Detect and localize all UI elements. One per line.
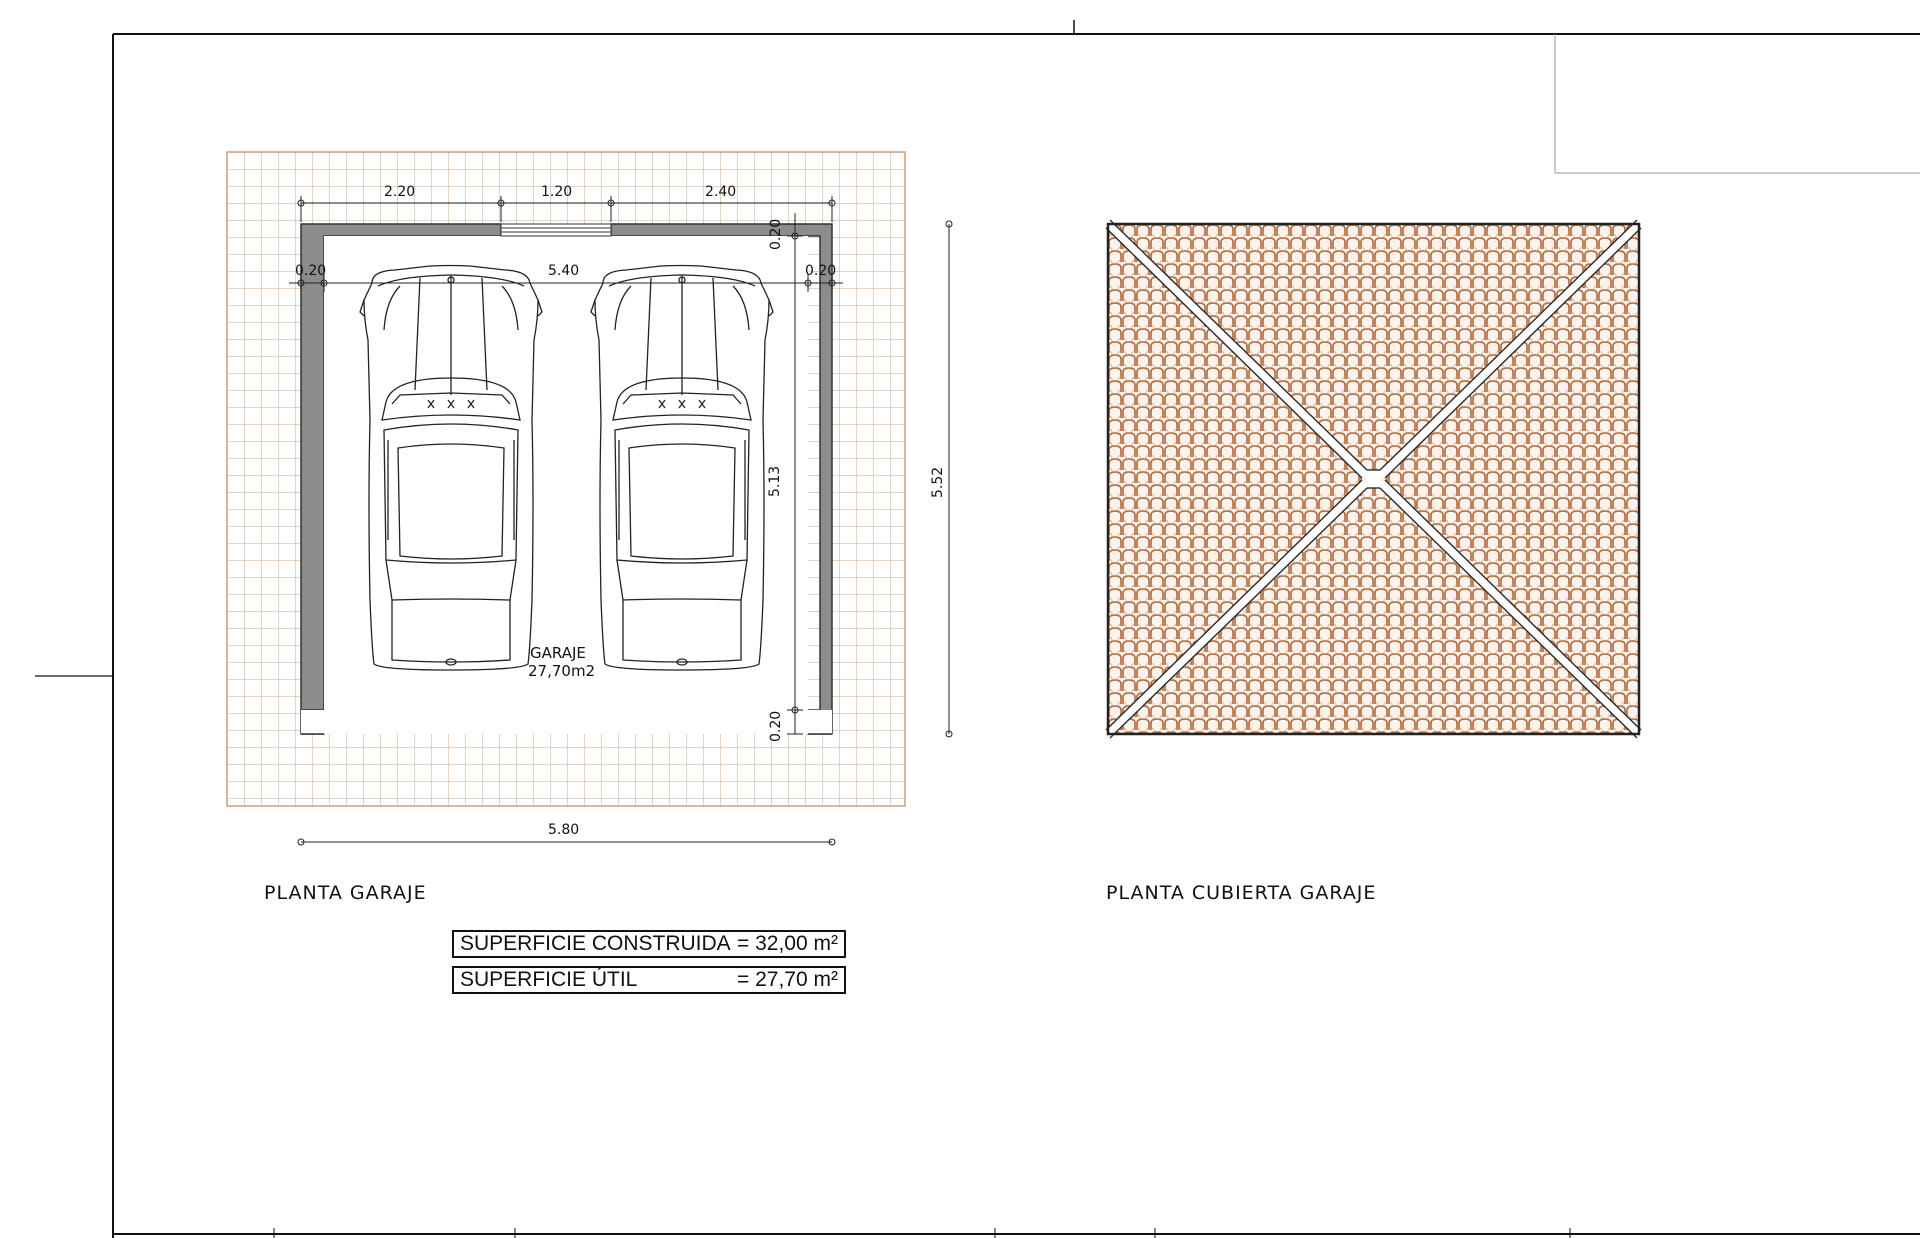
room-area: 27,70m2 (528, 662, 595, 680)
dim-top-right: 2.40 (705, 184, 736, 200)
usable-area-label: SUPERFICIE ÚTIL (460, 968, 638, 991)
drawing-sheet: GARAJE 27,70m2 2.20 1.20 2.40 0.20 5.40 … (35, 20, 1920, 1238)
dim-inner-depth: 5.13 (767, 466, 783, 497)
dim-overall-width: 5.80 (548, 822, 579, 838)
dim-inner-width: 5.40 (548, 263, 579, 279)
dim-top-door: 1.20 (541, 184, 572, 200)
car-right (590, 264, 774, 671)
built-area-value: = 32,00 m² (737, 932, 838, 955)
usable-area-value: = 27,70 m² (737, 968, 838, 991)
door-opening (500, 223, 612, 237)
dim-top-left: 2.20 (384, 184, 415, 200)
room-name: GARAJE (530, 644, 586, 662)
usable-area-row: SUPERFICIE ÚTIL = 27,70 m² (452, 966, 846, 994)
dim-bottom-wall: 0.20 (768, 711, 784, 742)
built-area-label: SUPERFICIE CONSTRUIDA (460, 932, 731, 955)
garage-plan-caption: PLANTA GARAJE (264, 882, 427, 904)
roof-plan-caption: PLANTA CUBIERTA GARAJE (1106, 882, 1377, 904)
roof-plan (1104, 219, 1643, 739)
car-left (359, 264, 543, 671)
dim-left-wall: 0.20 (295, 263, 326, 279)
built-area-row: SUPERFICIE CONSTRUIDA = 32,00 m² (452, 930, 846, 958)
dim-right-wall: 0.20 (805, 263, 836, 279)
dim-overall-depth: 5.52 (930, 467, 946, 498)
garage-floor-plan: GARAJE 27,70m2 2.20 1.20 2.40 0.20 5.40 … (226, 151, 953, 846)
dim-top-wall: 0.20 (768, 219, 784, 250)
